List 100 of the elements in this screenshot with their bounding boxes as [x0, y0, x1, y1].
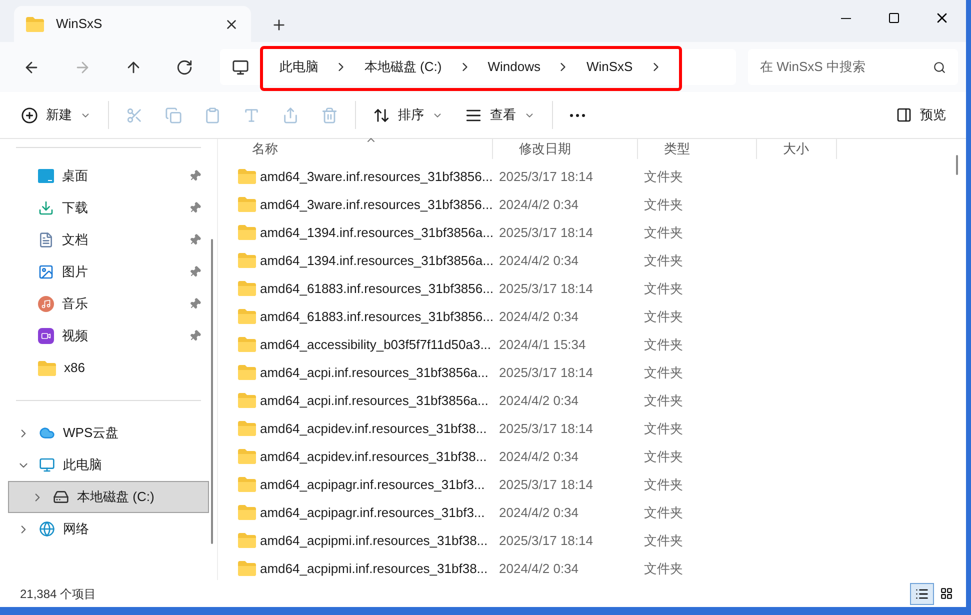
breadcrumb-item[interactable]: WinSxS: [582, 57, 637, 77]
maximize-icon: [888, 12, 900, 24]
file-name: amd64_3ware.inf.resources_31bf3856...: [260, 168, 493, 186]
file-name: amd64_acpi.inf.resources_31bf3856a...: [260, 392, 488, 410]
sidebar-item[interactable]: 桌面: [8, 160, 209, 192]
sidebar-item[interactable]: 视频: [8, 320, 209, 352]
file-row[interactable]: amd64_1394.inf.resources_31bf3856a... 2024/4/2 0:34 文件夹: [226, 246, 966, 274]
modified-date: 2025/3/17 18:14: [498, 364, 594, 382]
scissors-icon: [126, 106, 143, 124]
file-name: amd64_acpidev.inf.resources_31bf38...: [260, 420, 487, 438]
breadcrumb-item[interactable]: Windows: [484, 57, 544, 77]
folder-icon: [26, 16, 44, 32]
sidebar-item[interactable]: 下载: [8, 192, 209, 224]
tree-item[interactable]: 网络: [8, 513, 209, 545]
sidebar-item-label: 下载: [62, 199, 89, 218]
file-row[interactable]: amd64_3ware.inf.resources_31bf3856... 2024/4/2 0:34 文件夹: [226, 190, 966, 218]
sidebar-item-label: 音乐: [62, 295, 89, 314]
search-input[interactable]: 在 WinSxS 中搜索: [760, 57, 933, 77]
plus-circle-icon: [21, 106, 38, 124]
file-row[interactable]: amd64_3ware.inf.resources_31bf3856... 2025/3/17 18:14 文件夹: [226, 162, 966, 190]
modified-date: 2024/4/2 0:34: [498, 504, 580, 522]
modified-date: 2024/4/2 0:34: [498, 252, 580, 270]
file-row[interactable]: amd64_accessibility_b03f5f7f11d50a3... 2024/4/1 15:34 文件夹: [226, 330, 966, 358]
details-view-button[interactable]: [910, 582, 934, 604]
file-name: amd64_acpipmi.inf.resources_31bf38...: [260, 532, 488, 550]
cloud-icon: [39, 425, 55, 441]
modified-date: 2025/3/17 18:14: [498, 280, 594, 298]
modified-date: 2024/4/2 0:34: [498, 308, 580, 326]
folder-icon: [238, 505, 256, 520]
desktop-icon: [38, 169, 54, 183]
preview-button[interactable]: 预览: [888, 98, 954, 132]
document-icon: [38, 232, 54, 248]
file-type: 文件夹: [643, 364, 684, 382]
file-row[interactable]: amd64_acpi.inf.resources_31bf3856a... 2024/4/2 0:34 文件夹: [226, 386, 966, 414]
file-type: 文件夹: [643, 196, 684, 214]
file-row[interactable]: amd64_acpipmi.inf.resources_31bf38... 2024/4/2 0:34 文件夹: [226, 554, 966, 582]
file-type: 文件夹: [643, 476, 684, 494]
sidebar-item[interactable]: x86: [8, 352, 209, 384]
sidebar-item-label: 桌面: [62, 167, 89, 186]
file-name: amd64_acpipagr.inf.resources_31bf3...: [260, 504, 485, 522]
folder-icon: [238, 309, 256, 324]
file-type: 文件夹: [643, 532, 684, 550]
column-header[interactable]: 名称: [226, 139, 493, 158]
file-row[interactable]: amd64_61883.inf.resources_31bf3856... 2024/4/2 0:34 文件夹: [226, 302, 966, 330]
folder-icon: [238, 169, 256, 184]
file-row[interactable]: amd64_acpidev.inf.resources_31bf38... 2025/3/17 18:14 文件夹: [226, 414, 966, 442]
breadcrumb-item[interactable]: 本地磁盘 (C:): [360, 57, 446, 77]
file-row[interactable]: amd64_acpi.inf.resources_31bf3856a... 2025/3/17 18:14 文件夹: [226, 358, 966, 386]
file-row[interactable]: amd64_acpipmi.inf.resources_31bf38... 2025/3/17 18:14 文件夹: [226, 526, 966, 554]
sidebar-item-label: 文档: [62, 231, 89, 250]
scrollbar[interactable]: [211, 239, 213, 544]
file-name: amd64_61883.inf.resources_31bf3856...: [260, 280, 494, 298]
file-type: 文件夹: [643, 224, 684, 242]
file-name: amd64_1394.inf.resources_31bf3856a...: [260, 252, 494, 270]
computer-icon: [39, 457, 55, 473]
tab[interactable]: WinSxS: [14, 6, 251, 42]
drive-icon: [53, 489, 69, 505]
tree-item[interactable]: WPS云盘: [8, 417, 209, 449]
folder-icon: [238, 225, 256, 240]
new-tab-icon[interactable]: [271, 17, 287, 33]
grid-icon: [940, 587, 952, 600]
tab-title: WinSxS: [56, 15, 104, 34]
tree-item-label: 网络: [63, 520, 89, 538]
new-button[interactable]: 新建: [12, 98, 100, 132]
scrollbar[interactable]: [956, 155, 958, 175]
file-row[interactable]: amd64_acpidev.inf.resources_31bf38... 2024/4/2 0:34 文件夹: [226, 442, 966, 470]
sidebar-item[interactable]: 音乐: [8, 288, 209, 320]
column-header[interactable]: 大小: [757, 139, 837, 158]
column-header[interactable]: 修改日期: [493, 139, 638, 158]
folder-icon: [238, 253, 256, 268]
breadcrumb-item[interactable]: 此电脑: [275, 57, 322, 77]
file-row[interactable]: amd64_1394.inf.resources_31bf3856a... 2025/3/17 18:14 文件夹: [226, 218, 966, 246]
file-type: 文件夹: [643, 392, 684, 410]
file-row[interactable]: amd64_acpipagr.inf.resources_31bf3... 2024/4/2 0:34 文件夹: [226, 498, 966, 526]
view-button[interactable]: 查看: [456, 98, 544, 132]
column-header[interactable]: 类型: [638, 139, 757, 158]
text-icon: [243, 106, 260, 124]
file-row[interactable]: amd64_61883.inf.resources_31bf3856... 2025/3/17 18:14 文件夹: [226, 274, 966, 302]
modified-date: 2025/3/17 18:14: [498, 224, 594, 242]
modified-date: 2025/3/17 18:14: [498, 168, 594, 186]
tree-item[interactable]: 此电脑: [8, 449, 209, 481]
file-name: amd64_acpipmi.inf.resources_31bf38...: [260, 560, 488, 578]
modified-date: 2024/4/2 0:34: [498, 560, 580, 578]
sidebar-item[interactable]: 图片: [8, 256, 209, 288]
file-name: amd64_3ware.inf.resources_31bf3856...: [260, 196, 493, 214]
sort-button[interactable]: 排序: [364, 98, 452, 132]
file-name: amd64_61883.inf.resources_31bf3856...: [260, 308, 494, 326]
sidebar-item[interactable]: 文档: [8, 224, 209, 256]
modified-date: 2024/4/2 0:34: [498, 392, 580, 410]
address-bar[interactable]: 此电脑 本地磁盘 (C:) Windows WinSxS: [220, 49, 736, 85]
tree-item[interactable]: 本地磁盘 (C:): [8, 481, 209, 513]
search-icon: [932, 60, 946, 74]
file-type: 文件夹: [643, 336, 684, 354]
music-icon: [38, 296, 54, 312]
folder-icon: [238, 449, 256, 464]
tree-item-label: 本地磁盘 (C:): [77, 488, 154, 506]
file-row[interactable]: amd64_acpipagr.inf.resources_31bf3... 2025/3/17 18:14 文件夹: [226, 470, 966, 498]
search-field[interactable]: 在 WinSxS 中搜索: [748, 49, 958, 85]
tree-item-label: WPS云盘: [63, 424, 119, 442]
file-name: amd64_acpidev.inf.resources_31bf38...: [260, 448, 487, 466]
